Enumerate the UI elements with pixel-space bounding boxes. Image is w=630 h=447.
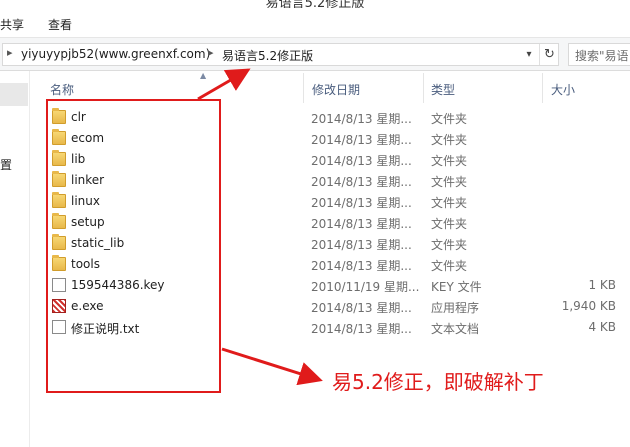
menu-bar: 共享 查看 xyxy=(0,8,630,38)
refresh-icon[interactable]: ↻ xyxy=(539,44,559,65)
title-bar: 易语言5.2修正版 xyxy=(0,0,630,8)
navigation-pane: 置 xyxy=(0,71,30,447)
breadcrumb-current[interactable]: 易语言5.2修正版 xyxy=(222,47,313,64)
column-header-name[interactable]: 名称 xyxy=(50,81,74,98)
window-title: 易语言5.2修正版 xyxy=(265,0,365,8)
file-type: 文件夹 xyxy=(431,154,468,168)
address-bar[interactable]: ▸ yiyuyypjb52(www.greenxf.com) ▸ 易语言5.2修… xyxy=(2,43,559,66)
column-divider[interactable] xyxy=(303,73,304,103)
annotation-label: 易5.2修正，即破解补丁 xyxy=(332,370,544,394)
file-date: 2014/8/13 星期... xyxy=(311,154,412,168)
file-date: 2010/11/19 星期... xyxy=(311,280,420,294)
nav-selected-item[interactable] xyxy=(0,83,28,106)
file-type: 文本文档 xyxy=(431,322,480,336)
file-date: 2014/8/13 星期... xyxy=(311,196,412,210)
file-date: 2014/8/13 星期... xyxy=(311,112,412,126)
search-placeholder: 搜索"易语 xyxy=(575,49,629,63)
breadcrumb-parent[interactable]: yiyuyypjb52(www.greenxf.com) xyxy=(21,47,210,61)
search-input[interactable]: 搜索"易语 xyxy=(568,43,630,66)
file-type: 文件夹 xyxy=(431,238,468,252)
address-dropdown-icon[interactable]: ▾ xyxy=(519,44,539,65)
file-type: KEY 文件 xyxy=(431,280,482,294)
column-divider[interactable] xyxy=(423,73,424,103)
menu-share[interactable]: 共享 xyxy=(0,16,24,33)
file-size: 4 KB xyxy=(588,320,616,334)
file-type: 文件夹 xyxy=(431,217,468,231)
file-size: 1,940 KB xyxy=(561,299,616,313)
highlight-box xyxy=(46,99,221,393)
breadcrumb-separator-icon[interactable]: ▸ xyxy=(208,46,214,59)
column-header-type[interactable]: 类型 xyxy=(431,81,455,98)
breadcrumb-separator-icon[interactable]: ▸ xyxy=(7,46,13,59)
file-size: 1 KB xyxy=(588,278,616,292)
file-date: 2014/8/13 星期... xyxy=(311,133,412,147)
menu-view[interactable]: 查看 xyxy=(48,16,72,33)
file-date: 2014/8/13 星期... xyxy=(311,175,412,189)
file-date: 2014/8/13 星期... xyxy=(311,301,412,315)
column-divider[interactable] xyxy=(542,73,543,103)
file-type: 文件夹 xyxy=(431,196,468,210)
file-date: 2014/8/13 星期... xyxy=(311,259,412,273)
sort-ascending-icon: ▲ xyxy=(200,71,207,80)
file-type: 文件夹 xyxy=(431,259,468,273)
file-type: 文件夹 xyxy=(431,175,468,189)
address-row: ▸ yiyuyypjb52(www.greenxf.com) ▸ 易语言5.2修… xyxy=(0,38,630,71)
file-type: 文件夹 xyxy=(431,112,468,126)
file-type: 文件夹 xyxy=(431,133,468,147)
file-date: 2014/8/13 星期... xyxy=(311,238,412,252)
arrow-to-label-icon xyxy=(221,347,323,386)
file-date: 2014/8/13 星期... xyxy=(311,322,412,336)
column-header-date[interactable]: 修改日期 xyxy=(312,81,360,98)
column-header-size[interactable]: 大小 xyxy=(551,81,575,98)
file-date: 2014/8/13 星期... xyxy=(311,217,412,231)
nav-item-label[interactable]: 置 xyxy=(0,156,12,173)
file-type: 应用程序 xyxy=(431,301,480,315)
